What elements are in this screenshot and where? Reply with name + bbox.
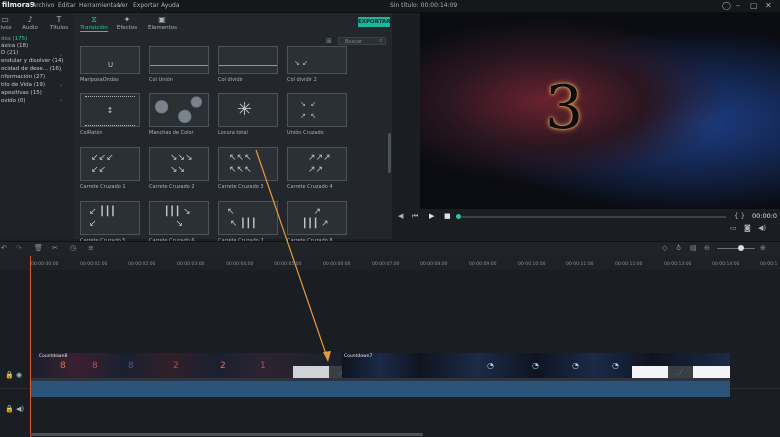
arrow-head — [323, 351, 331, 362]
annotation-arrow — [255, 149, 331, 362]
arrow-line — [255, 149, 329, 361]
